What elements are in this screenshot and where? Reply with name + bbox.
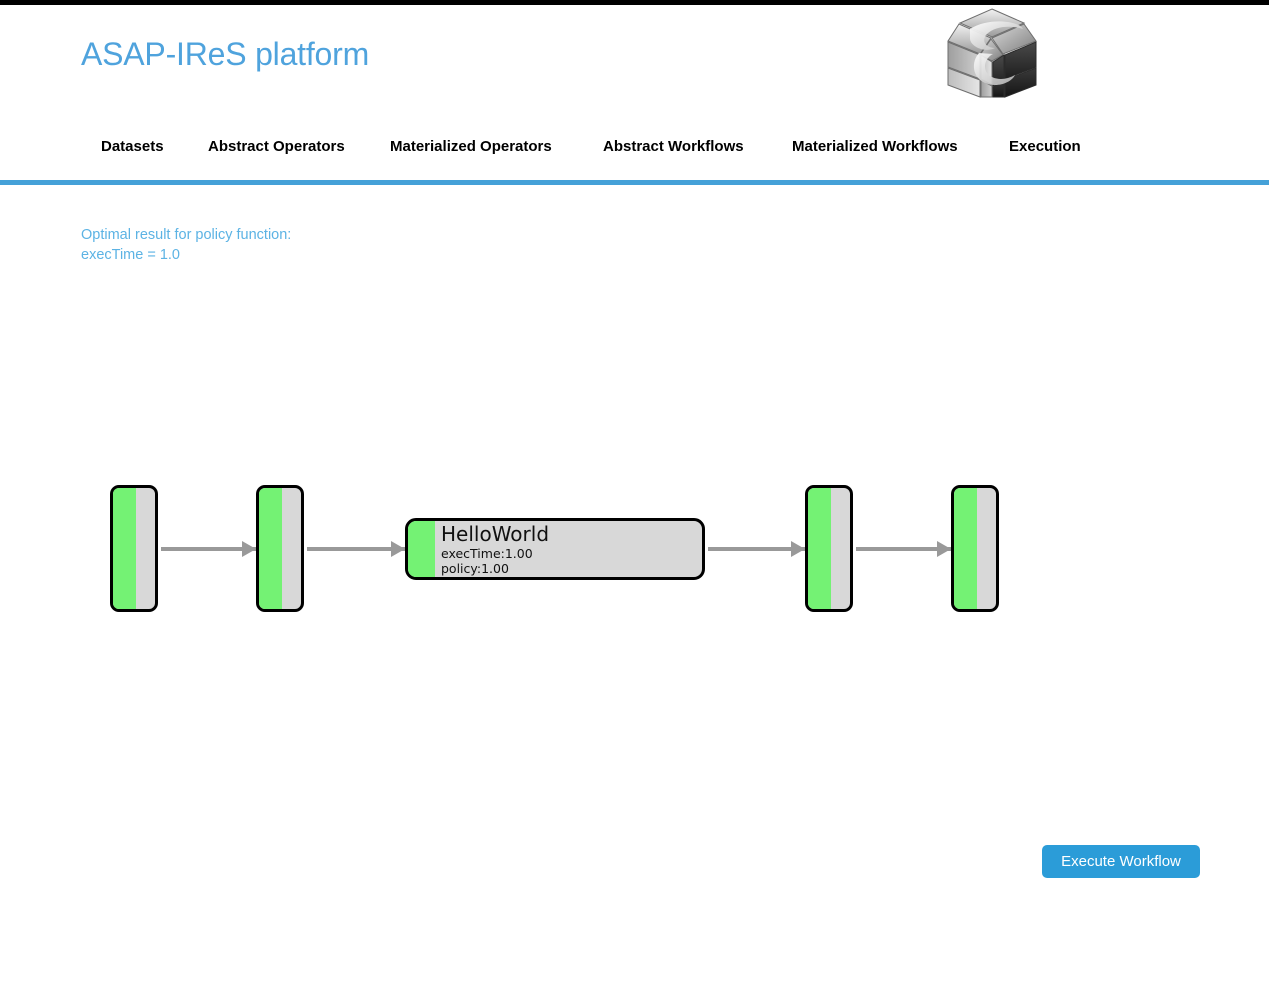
nav-item-materialized-workflows[interactable]: Materialized Workflows: [792, 138, 958, 155]
execute-workflow-button[interactable]: Execute Workflow: [1042, 845, 1200, 878]
arrow-head-icon: [242, 541, 256, 557]
arrow-head-icon: [391, 541, 405, 557]
node-status-band: [954, 488, 978, 609]
top-black-rule: [0, 0, 1269, 5]
nav-item-execution[interactable]: Execution: [1009, 138, 1081, 155]
node-metric-policy: policy:1.00: [441, 561, 509, 576]
node-status-band: [113, 488, 137, 609]
node-status-band: [808, 488, 832, 609]
workflow-edge-1: [161, 541, 256, 557]
main-nav: Datasets Abstract Operators Materialized…: [0, 130, 1269, 180]
node-status-band: [408, 521, 435, 577]
page-title: ASAP-IReS platform: [81, 36, 370, 72]
workflow-edge-3: [708, 541, 805, 557]
node-title: HelloWorld: [441, 522, 550, 546]
arrow-head-icon: [937, 541, 951, 557]
workflow-node-dataset-1[interactable]: [110, 485, 158, 612]
workflow-edge-2: [307, 541, 405, 557]
cube-logo: [945, 5, 1040, 100]
workflow-graph[interactable]: HelloWorld execTime:1.00 policy:1.00: [0, 185, 1269, 875]
nav-item-datasets[interactable]: Datasets: [101, 138, 164, 155]
node-metric-exectime: execTime:1.00: [441, 546, 533, 561]
workflow-node-dataset-2[interactable]: [256, 485, 304, 612]
workflow-edge-4: [856, 541, 951, 557]
workflow-node-dataset-4[interactable]: [951, 485, 999, 612]
nav-item-abstract-operators[interactable]: Abstract Operators: [208, 138, 345, 155]
workflow-node-helloworld[interactable]: HelloWorld execTime:1.00 policy:1.00: [405, 518, 705, 580]
nav-item-abstract-workflows[interactable]: Abstract Workflows: [603, 138, 744, 155]
workflow-node-dataset-3[interactable]: [805, 485, 853, 612]
node-status-band: [259, 488, 283, 609]
node-text-block: HelloWorld execTime:1.00 policy:1.00: [441, 522, 698, 576]
arrow-head-icon: [791, 541, 805, 557]
nav-item-materialized-operators[interactable]: Materialized Operators: [390, 138, 552, 155]
